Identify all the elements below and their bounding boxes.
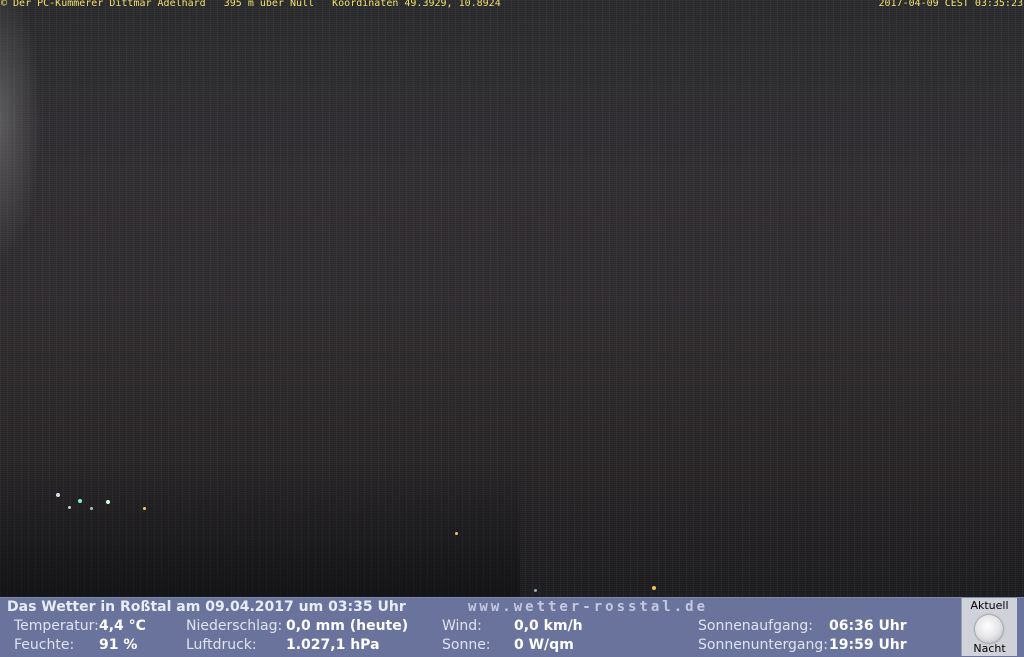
copyright-text: © Der PC-Kümmerer Dittmar Adelhard: [1, 0, 206, 9]
distant-light: [143, 507, 146, 510]
distant-light: [90, 507, 93, 510]
weather-title: Das Wetter in Roßtal am 09.04.2017 um 03…: [7, 599, 406, 615]
moon-current-label: Aktuell: [970, 599, 1009, 612]
pressure-label: Luftdruck:: [186, 637, 257, 653]
humidity-value: 91 %: [99, 637, 138, 653]
precipitation-label: Niederschlag:: [186, 618, 283, 634]
sunset-label: Sonnenuntergang:: [698, 637, 828, 653]
distant-light: [455, 532, 458, 535]
webcam-foreground-shadow: [0, 460, 520, 597]
weather-footer: Das Wetter in Roßtal am 09.04.2017 um 03…: [0, 597, 1024, 657]
precipitation-value: 0,0 mm (heute): [286, 618, 409, 634]
temperature-label: Temperatur:: [14, 618, 99, 634]
coordinates-text: Koordinaten 49.3929, 10.8924: [332, 0, 501, 9]
altitude-text: 395 m über Null: [223, 0, 315, 9]
website-link[interactable]: www.wetter-rosstal.de: [468, 599, 708, 615]
overlay-left: © Der PC-Kümmerer Dittmar Adelhard 395 m…: [1, 0, 501, 9]
distant-light: [68, 506, 71, 509]
pressure-value: 1.027,1 hPa: [286, 637, 380, 653]
distant-light: [106, 500, 110, 504]
moon-phase-panel: Aktuell Nacht: [961, 598, 1017, 656]
humidity-label: Feuchte:: [14, 637, 75, 653]
distant-light: [56, 493, 60, 497]
sun-label: Sonne:: [442, 637, 491, 653]
sunrise-label: Sonnenaufgang:: [698, 618, 814, 634]
moon-icon: [975, 615, 1003, 643]
sunrise-value: 06:36 Uhr: [829, 618, 907, 634]
sun-value: 0 W/qm: [514, 637, 574, 653]
distant-light: [534, 589, 537, 592]
wind-label: Wind:: [442, 618, 482, 634]
wind-value: 0,0 km/h: [514, 618, 583, 634]
sunset-value: 19:59 Uhr: [829, 637, 907, 653]
datetime-text: 2017-04-09 CEST 03:35:23: [878, 0, 1024, 9]
webcam-info-overlay: © Der PC-Kümmerer Dittmar Adelhard 395 m…: [0, 0, 1024, 10]
moon-night-label: Nacht: [973, 642, 1006, 655]
temperature-value: 4,4 °C: [99, 618, 146, 634]
distant-light: [652, 586, 656, 590]
distant-light: [78, 499, 82, 503]
